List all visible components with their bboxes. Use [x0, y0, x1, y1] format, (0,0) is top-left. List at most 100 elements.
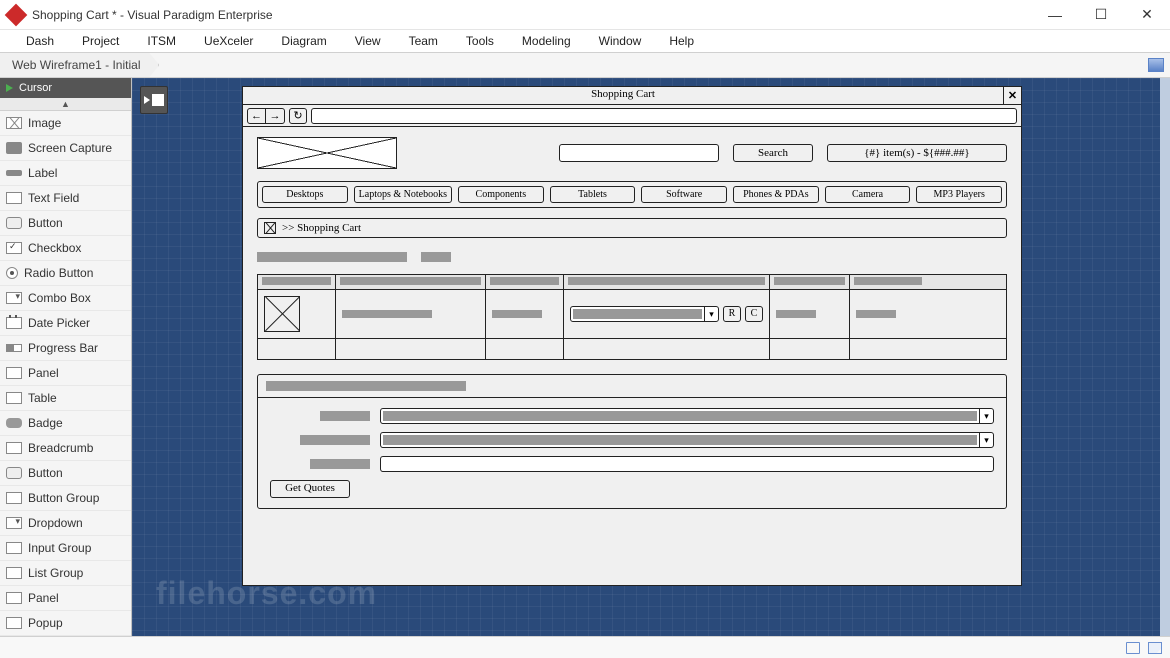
grid-icon	[152, 94, 164, 106]
wireframe-search-button[interactable]: Search	[733, 144, 813, 162]
wireframe-title: Shopping Cart	[243, 87, 1003, 104]
palette-radio[interactable]: Radio Button	[0, 261, 131, 286]
palette-input-group[interactable]: Input Group	[0, 536, 131, 561]
palette-label[interactable]: Label	[0, 161, 131, 186]
back-icon: ←	[248, 109, 266, 123]
home-icon	[264, 222, 276, 234]
palette-datepicker[interactable]: Date Picker	[0, 311, 131, 336]
mail-icon[interactable]	[1126, 642, 1140, 654]
forward-icon: →	[266, 109, 284, 123]
diagram-canvas[interactable]: Shopping Cart ✕ ←→ ↻ Search {#} item(s) …	[132, 78, 1160, 636]
menu-project[interactable]: Project	[68, 32, 133, 50]
palette-combo[interactable]: Combo Box	[0, 286, 131, 311]
nav-phones[interactable]: Phones & PDAs	[733, 186, 819, 203]
menu-tools[interactable]: Tools	[452, 32, 508, 50]
palette-table[interactable]: Table	[0, 386, 131, 411]
radio-icon	[6, 267, 18, 279]
wireframe-text-input[interactable]	[380, 456, 994, 472]
camera-icon	[6, 142, 22, 154]
image-icon	[6, 117, 22, 129]
note-icon[interactable]	[1148, 642, 1162, 654]
palette-cursor[interactable]: Cursor	[0, 78, 131, 98]
menu-modeling[interactable]: Modeling	[508, 32, 585, 50]
palette-screen-capture[interactable]: Screen Capture	[0, 136, 131, 161]
maximize-button[interactable]: ☐	[1078, 0, 1124, 29]
menu-team[interactable]: Team	[395, 32, 452, 50]
nav-tablets[interactable]: Tablets	[550, 186, 636, 203]
nav-camera[interactable]: Camera	[825, 186, 911, 203]
menu-window[interactable]: Window	[585, 32, 656, 50]
minimize-button[interactable]: —	[1032, 0, 1078, 29]
panel-icon	[6, 367, 22, 379]
wireframe-cart-summary[interactable]: {#} item(s) - ${###.##}	[827, 144, 1007, 162]
nav-components[interactable]: Components	[458, 186, 544, 203]
palette-collapse-handle[interactable]: ▲	[0, 98, 131, 111]
window-title: Shopping Cart * - Visual Paradigm Enterp…	[32, 8, 1032, 22]
palette-button-group[interactable]: Button Group	[0, 486, 131, 511]
statusbar	[0, 636, 1170, 658]
wireframe-nav-arrows[interactable]: ←→	[247, 108, 285, 124]
wireframe-category-nav: Desktops Laptops & Notebooks Components …	[257, 181, 1007, 208]
palette-checkbox[interactable]: Checkbox	[0, 236, 131, 261]
titlebar: Shopping Cart * - Visual Paradigm Enterp…	[0, 0, 1170, 30]
right-panel-handle[interactable]	[1160, 78, 1170, 636]
chevron-down-icon: ▾	[704, 307, 718, 321]
palette-dropdown[interactable]: Dropdown	[0, 511, 131, 536]
nav-mp3[interactable]: MP3 Players	[916, 186, 1002, 203]
palette-button2[interactable]: Button	[0, 461, 131, 486]
menu-uexceler[interactable]: UeXceler	[190, 32, 267, 50]
palette-panel2[interactable]: Panel	[0, 586, 131, 611]
wireframe-select-1[interactable]: ▾	[380, 408, 994, 424]
table-row	[258, 339, 1006, 359]
button-icon	[6, 217, 22, 229]
wireframe-logo-placeholder[interactable]	[257, 137, 397, 169]
play-icon	[144, 96, 150, 104]
menu-help[interactable]: Help	[655, 32, 708, 50]
wireframe-cart-table: ▾ R C	[257, 274, 1007, 360]
wireframe-address-bar[interactable]	[311, 108, 1017, 124]
wireframe-clear-button[interactable]: C	[745, 306, 763, 322]
nav-laptops[interactable]: Laptops & Notebooks	[354, 186, 452, 203]
wireframe-select-2[interactable]: ▾	[380, 432, 994, 448]
palette-list-group[interactable]: List Group	[0, 561, 131, 586]
wireframe-get-quotes-button[interactable]: Get Quotes	[270, 480, 350, 498]
wireframe-search-input[interactable]	[559, 144, 719, 162]
wireframe-refresh-button[interactable]: R	[723, 306, 741, 322]
wireframe-qty-select[interactable]: ▾	[570, 306, 719, 322]
wireframe-close-button[interactable]: ✕	[1003, 87, 1021, 104]
menu-dash[interactable]: Dash	[12, 32, 68, 50]
wireframe-reload-button[interactable]: ↻	[289, 108, 307, 124]
close-button[interactable]: ✕	[1124, 0, 1170, 29]
menu-view[interactable]: View	[341, 32, 395, 50]
palette-button[interactable]: Button	[0, 211, 131, 236]
badge-icon	[6, 418, 22, 428]
product-thumb-placeholder[interactable]	[264, 296, 300, 332]
breadcrumb-icon	[6, 442, 22, 454]
wireframe-breadcrumb[interactable]: >> Shopping Cart	[257, 218, 1007, 238]
popup-icon	[6, 617, 22, 629]
palette-breadcrumb[interactable]: Breadcrumb	[0, 436, 131, 461]
menu-itsm[interactable]: ITSM	[133, 32, 190, 50]
cursor-icon	[6, 84, 13, 92]
palette-text-field[interactable]: Text Field	[0, 186, 131, 211]
combobox-icon	[6, 292, 22, 304]
diagram-switcher-icon[interactable]	[1148, 58, 1164, 72]
buttongroup-icon	[6, 492, 22, 504]
palette-popup[interactable]: Popup	[0, 611, 131, 636]
canvas-tool-button[interactable]	[140, 86, 168, 114]
label-icon	[6, 170, 22, 176]
app-icon	[5, 3, 28, 26]
palette-panel[interactable]: Panel	[0, 361, 131, 386]
nav-software[interactable]: Software	[641, 186, 727, 203]
tab-wireframe[interactable]: Web Wireframe1 - Initial	[0, 53, 159, 77]
palette-progress[interactable]: Progress Bar	[0, 336, 131, 361]
palette-badge[interactable]: Badge	[0, 411, 131, 436]
shape-palette: Cursor ▲ Image Screen Capture Label Text…	[0, 78, 132, 636]
panel-icon	[6, 592, 22, 604]
menubar: Dash Project ITSM UeXceler Diagram View …	[0, 30, 1170, 52]
nav-desktops[interactable]: Desktops	[262, 186, 348, 203]
dropdown-icon	[6, 517, 22, 529]
palette-image[interactable]: Image	[0, 111, 131, 136]
menu-diagram[interactable]: Diagram	[267, 32, 340, 50]
wireframe-browser-window[interactable]: Shopping Cart ✕ ←→ ↻ Search {#} item(s) …	[242, 86, 1022, 586]
